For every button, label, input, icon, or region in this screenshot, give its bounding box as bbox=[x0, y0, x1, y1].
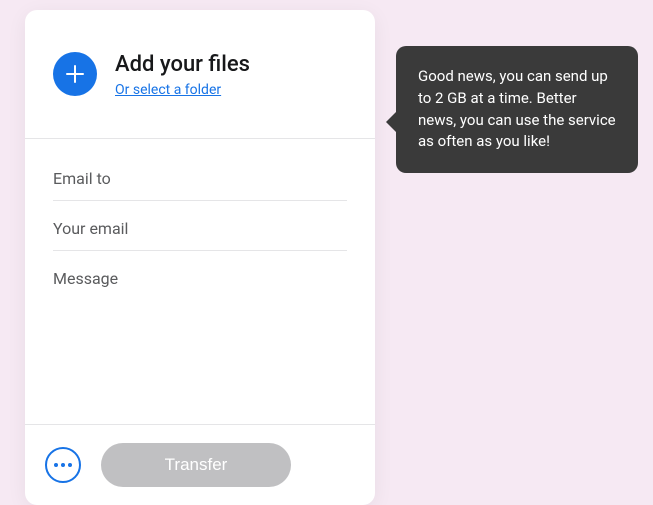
select-folder-link[interactable]: Or select a folder bbox=[115, 82, 250, 98]
upload-text: Add your files Or select a folder bbox=[115, 52, 250, 98]
info-tooltip: Good news, you can send up to 2 GB at a … bbox=[396, 46, 638, 173]
ellipsis-icon bbox=[54, 463, 72, 467]
plus-icon bbox=[66, 65, 84, 83]
upload-section: Add your files Or select a folder bbox=[25, 10, 375, 138]
add-files-button[interactable] bbox=[53, 52, 97, 96]
email-to-field[interactable] bbox=[53, 151, 347, 201]
tooltip-text: Good news, you can send up to 2 GB at a … bbox=[418, 67, 616, 150]
options-button[interactable] bbox=[45, 447, 81, 483]
transfer-button[interactable]: Transfer bbox=[101, 443, 291, 487]
your-email-field[interactable] bbox=[53, 201, 347, 251]
message-field[interactable] bbox=[53, 251, 347, 329]
fields-section bbox=[25, 139, 375, 333]
card-footer: Transfer bbox=[25, 424, 375, 505]
transfer-card: Add your files Or select a folder Transf… bbox=[25, 10, 375, 505]
upload-title: Add your files bbox=[115, 52, 250, 78]
